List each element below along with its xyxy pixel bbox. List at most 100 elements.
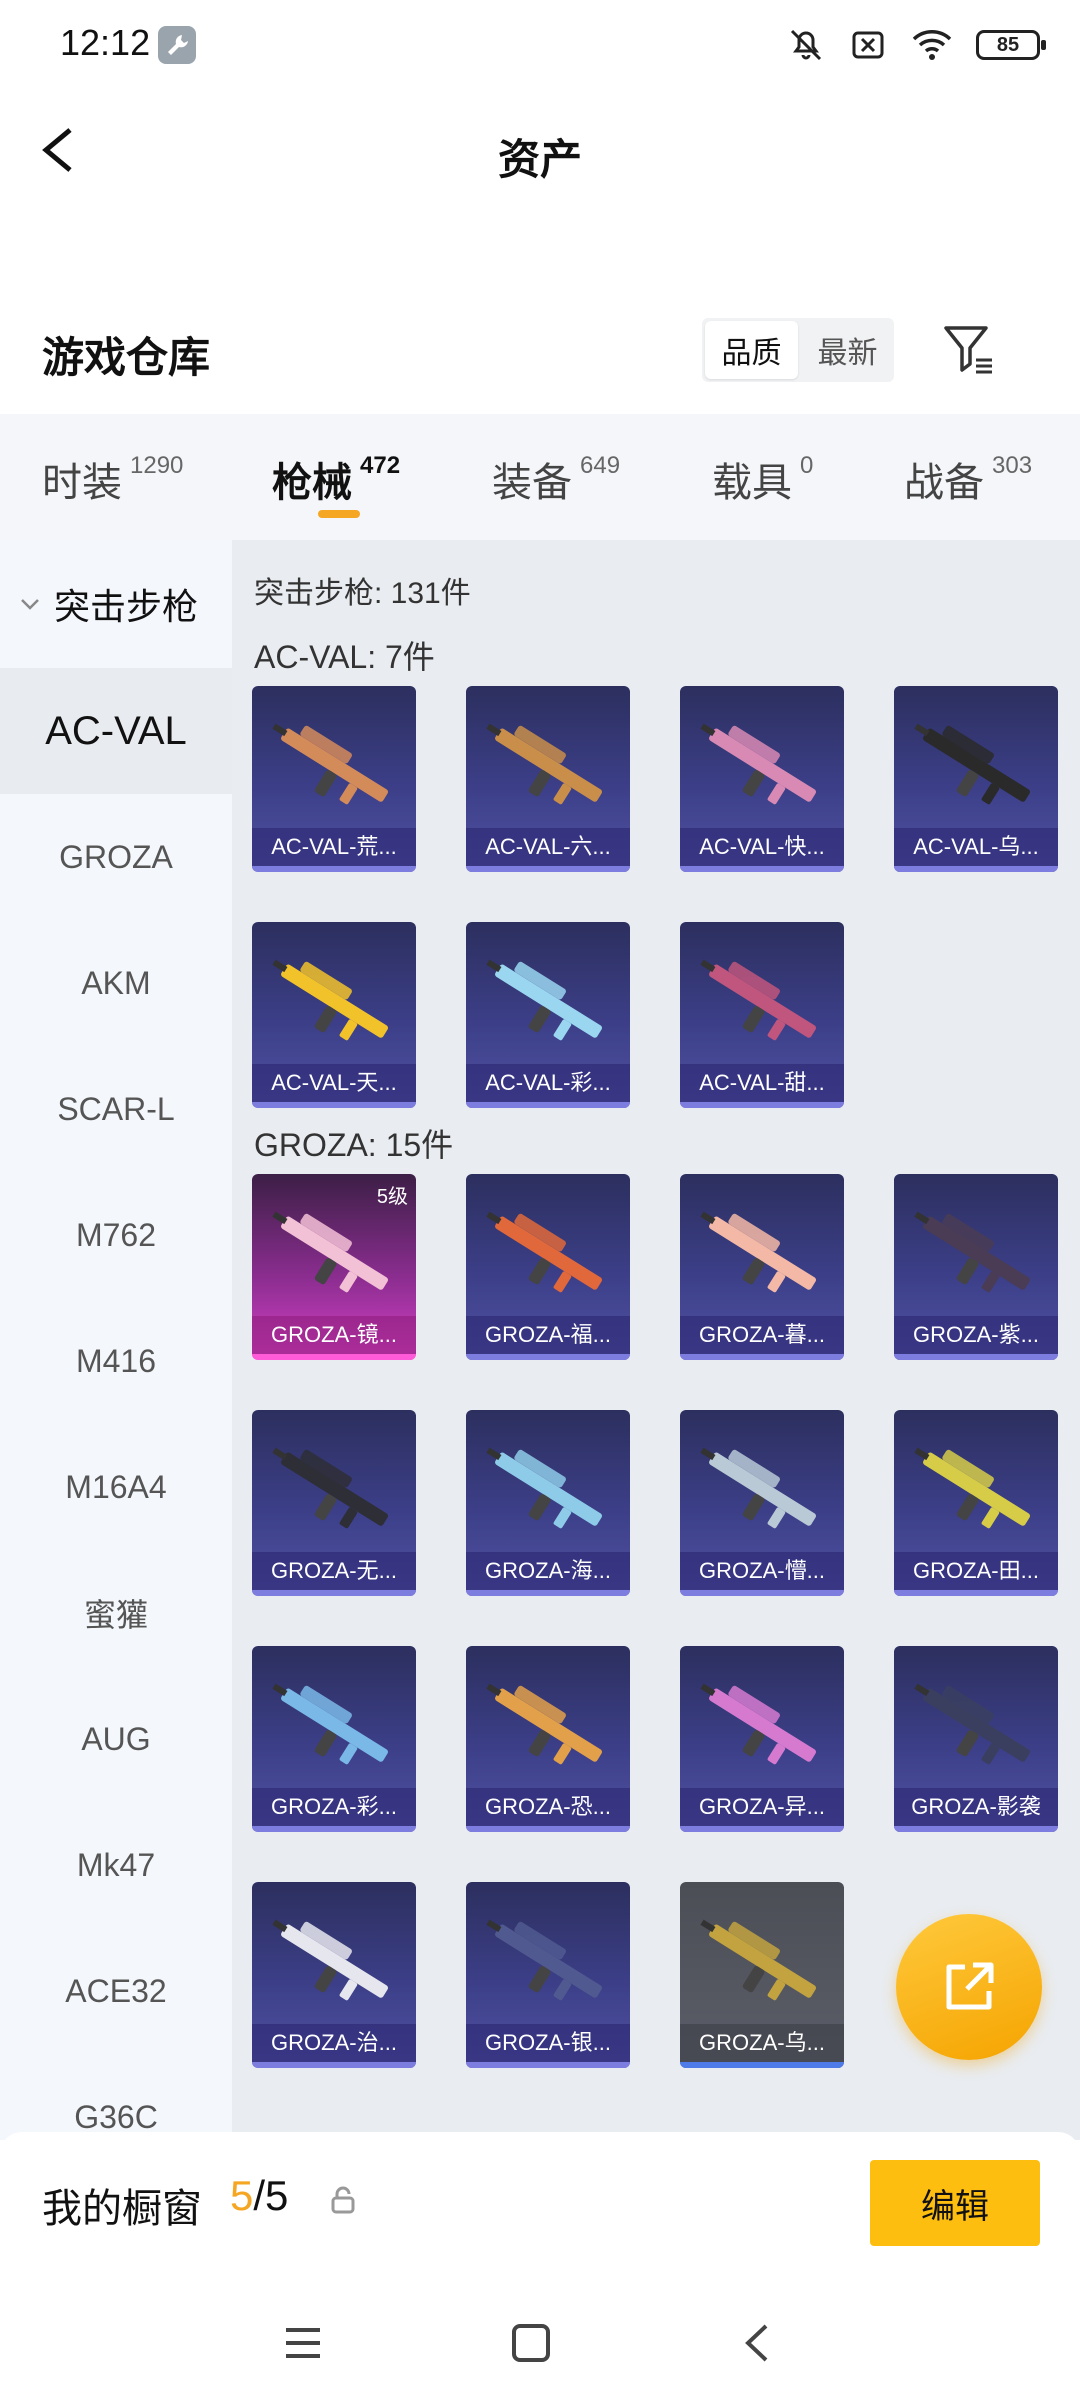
edit-button[interactable]: 编辑 [870, 2160, 1040, 2246]
skin-card[interactable]: GROZA-彩... [252, 1646, 416, 1832]
showcase-bar: 我的橱窗 5/5 编辑 [0, 2132, 1080, 2278]
home-icon [512, 2324, 550, 2362]
weapon-icon [486, 1683, 602, 1765]
sidebar-item[interactable]: AC-VAL [0, 668, 232, 794]
tab-label: 战备 [904, 461, 984, 505]
sidebar-item[interactable]: SCAR-L [0, 1046, 232, 1172]
skin-name: AC-VAL-彩... [466, 1064, 630, 1102]
skin-card[interactable]: GROZA-影袭 [894, 1646, 1058, 1832]
share-button[interactable] [896, 1914, 1042, 2060]
skin-name: GROZA-懵... [680, 1552, 844, 1590]
skin-name: GROZA-福... [466, 1316, 630, 1354]
level-badge: 5级 [376, 1186, 408, 1208]
mute-icon [786, 25, 826, 65]
filter-button[interactable] [940, 320, 1000, 380]
tab-firearms[interactable]: 枪械 472 [272, 450, 400, 508]
rarity-bar [680, 2062, 844, 2068]
weapon-icon [272, 1919, 388, 2001]
skin-card[interactable]: AC-VAL-彩... [466, 922, 630, 1108]
rarity-bar [680, 1826, 844, 1832]
skin-card[interactable]: GROZA-银... [466, 1882, 630, 2068]
skin-card[interactable]: GROZA-恐... [466, 1646, 630, 1832]
sidebar-item[interactable]: M416 [0, 1298, 232, 1424]
tab-vehicles[interactable]: 载具 0 [712, 450, 813, 508]
skin-card[interactable]: AC-VAL-天... [252, 922, 416, 1108]
skin-card[interactable]: AC-VAL-甜... [680, 922, 844, 1108]
sidebar-category-label: 突击步枪 [54, 586, 199, 627]
skin-card[interactable]: GROZA-暮... [680, 1174, 844, 1360]
skin-name: GROZA-影袭 [894, 1788, 1058, 1826]
tab-count: 1290 [130, 452, 184, 479]
sidebar-category-assault-rifles[interactable]: 突击步枪 [0, 540, 232, 668]
rarity-bar [894, 1826, 1058, 1832]
active-tab-indicator [318, 510, 360, 518]
skin-name: AC-VAL-荒... [252, 828, 416, 866]
lock-icon [330, 2186, 356, 2219]
sidebar-item[interactable]: AUG [0, 1676, 232, 1802]
rarity-bar [466, 866, 630, 872]
showcase-used: 5 [230, 2172, 254, 2219]
skin-card[interactable]: GROZA-紫... [894, 1174, 1058, 1360]
rarity-bar [252, 1590, 416, 1596]
tab-equipment[interactable]: 装备 649 [492, 450, 620, 508]
group-title: GROZA: 15件 [254, 1127, 454, 1163]
tab-combat-gear[interactable]: 战备 303 [904, 450, 1032, 508]
sort-newest-button[interactable]: 最新 [801, 318, 894, 382]
weapon-icon [272, 1683, 388, 1765]
weapon-icon [914, 1211, 1030, 1293]
skin-card[interactable]: AC-VAL-六... [466, 686, 630, 872]
status-bar: 12:12 85 [0, 0, 1080, 90]
weapon-icon [700, 1683, 816, 1765]
showcase-total: /5 [253, 2172, 289, 2219]
skin-card[interactable]: 5级 GROZA-镜... [252, 1174, 416, 1360]
skin-name: AC-VAL-天... [252, 1064, 416, 1102]
skin-name: GROZA-无... [252, 1552, 416, 1590]
rarity-bar [894, 1590, 1058, 1596]
rarity-bar [680, 1102, 844, 1108]
section-title: 游戏仓库 [42, 334, 211, 381]
wrench-icon [158, 26, 196, 64]
sidebar-item[interactable]: AKM [0, 920, 232, 1046]
skin-card[interactable]: GROZA-懵... [680, 1410, 844, 1596]
sort-quality-button[interactable]: 品质 [705, 321, 798, 379]
skin-name: GROZA-海... [466, 1552, 630, 1590]
skin-card[interactable]: GROZA-海... [466, 1410, 630, 1596]
skin-card[interactable]: GROZA-无... [252, 1410, 416, 1596]
weapon-icon [700, 1447, 816, 1529]
sidebar-item[interactable]: GROZA [0, 794, 232, 920]
battery-icon: 85 [976, 30, 1046, 60]
sidebar-item[interactable]: M762 [0, 1172, 232, 1298]
skin-card[interactable]: AC-VAL-快... [680, 686, 844, 872]
rarity-bar [252, 1826, 416, 1832]
skin-card[interactable]: GROZA-福... [466, 1174, 630, 1360]
weapon-icon [486, 723, 602, 805]
weapon-icon [272, 1447, 388, 1529]
weapon-icon [700, 1919, 816, 2001]
menu-icon [286, 2328, 320, 2358]
weapon-icon [272, 959, 388, 1041]
showcase-label: 我的橱窗 [42, 2187, 202, 2231]
group-title: AC-VAL: 7件 [254, 639, 435, 675]
sidebar-item[interactable]: 蜜獾 [0, 1550, 232, 1676]
rarity-bar [466, 2062, 630, 2068]
home-button[interactable] [506, 2318, 556, 2368]
skin-card[interactable]: AC-VAL-乌... [894, 686, 1058, 872]
rarity-bar [466, 1354, 630, 1360]
skin-name: GROZA-彩... [252, 1788, 416, 1826]
tab-label: 时装 [42, 461, 122, 505]
skin-card[interactable]: GROZA-田... [894, 1410, 1058, 1596]
skin-card[interactable]: GROZA-乌... [680, 1882, 844, 2068]
rarity-bar [252, 2062, 416, 2068]
skin-card[interactable]: GROZA-异... [680, 1646, 844, 1832]
sidebar-item[interactable]: ACE32 [0, 1928, 232, 2054]
sidebar-item[interactable]: Mk47 [0, 1802, 232, 1928]
skin-name: GROZA-田... [894, 1552, 1058, 1590]
skin-card[interactable]: AC-VAL-荒... [252, 686, 416, 872]
sidebar-item[interactable]: M16A4 [0, 1424, 232, 1550]
tab-fashion[interactable]: 时装 1290 [42, 450, 183, 508]
skin-card[interactable]: GROZA-治... [252, 1882, 416, 2068]
weapon-icon [700, 1211, 816, 1293]
nav-back-button[interactable] [734, 2318, 784, 2368]
recent-apps-button[interactable] [278, 2318, 328, 2368]
app-header: 资产 [0, 90, 1080, 210]
